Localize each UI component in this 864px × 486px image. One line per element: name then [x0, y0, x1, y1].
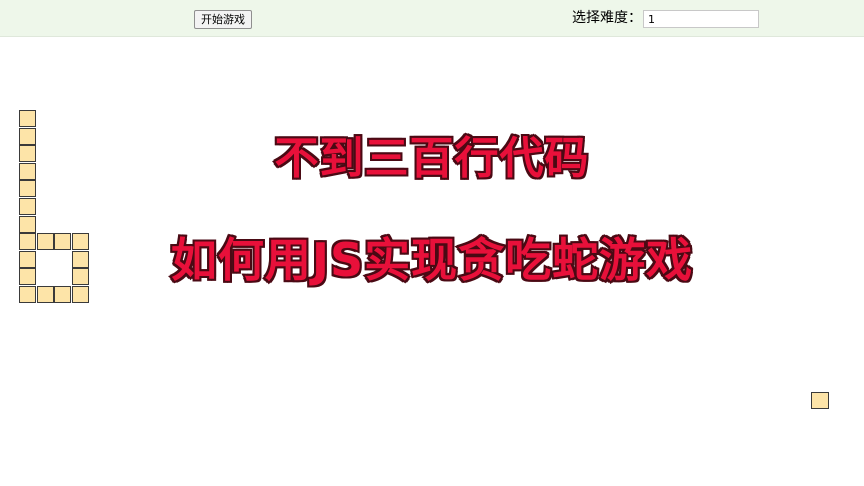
snake-segment: [54, 286, 71, 303]
start-game-button[interactable]: 开始游戏: [194, 10, 252, 29]
overlay-title-line-2: 如何用JS实现贪吃蛇游戏: [169, 231, 694, 289]
snake-segment: [19, 198, 36, 215]
snake-segment: [19, 110, 36, 127]
game-toolbar: 开始游戏 选择难度：: [0, 0, 864, 37]
food-block: [811, 392, 829, 409]
snake-segment: [19, 286, 36, 303]
difficulty-input[interactable]: [643, 10, 759, 28]
snake-segment: [37, 286, 54, 303]
snake-segment: [72, 286, 89, 303]
snake-segment: [19, 216, 36, 233]
overlay-title-line-1: 不到三百行代码: [273, 131, 591, 186]
difficulty-label: 选择难度：: [572, 10, 642, 26]
